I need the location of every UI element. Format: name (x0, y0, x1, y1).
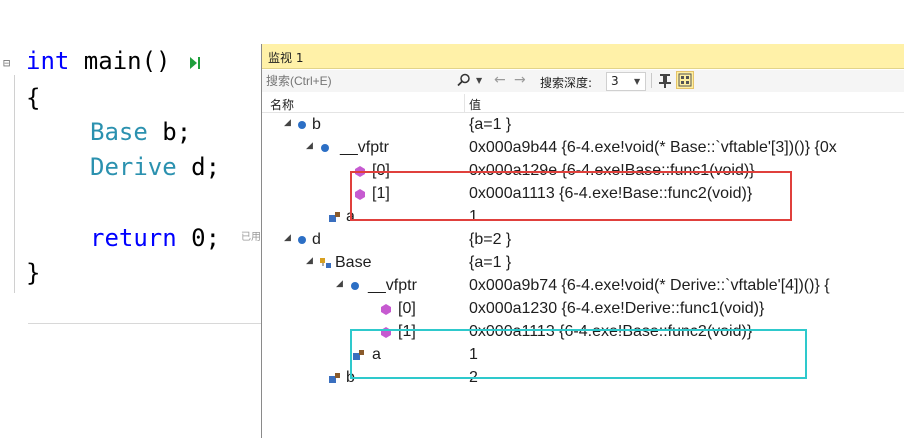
search-depth-value: 3 (611, 74, 619, 88)
search-depth-dropdown[interactable]: 3 ▼ (606, 72, 646, 91)
column-header-value[interactable]: 值 (469, 96, 481, 113)
field-icon (321, 144, 329, 152)
code-line-brace-close: } (26, 259, 41, 287)
code-line-brace-open: { (26, 84, 41, 112)
elapsed-hint: 已用 (241, 232, 261, 243)
watch-row-name: __vfptr (368, 277, 417, 294)
expand-triangle-icon[interactable]: ◢ (306, 141, 313, 151)
keyword: int (26, 47, 70, 75)
search-next-arrow-icon[interactable]: → (514, 72, 526, 88)
column-divider[interactable] (464, 94, 465, 112)
pin-filter-icon[interactable] (658, 73, 672, 89)
hex-display-icon (678, 73, 692, 87)
watch-row[interactable]: ◢ __vfptr 0x000a9b74 {6-4.exe!void(* Der… (262, 275, 904, 298)
search-options-caret-icon[interactable]: ▼ (476, 76, 482, 85)
code-line-main: int main() (26, 46, 171, 76)
hex-display-toggle[interactable] (676, 71, 694, 89)
code-text: 0; (176, 224, 221, 252)
watch-row-value[interactable]: {a=1 } (469, 254, 511, 272)
type-name: Base (90, 118, 148, 146)
object-icon (298, 121, 306, 129)
object-icon (298, 236, 306, 244)
field-icon (351, 282, 359, 290)
watch-row-value[interactable]: {b=2 } (469, 231, 511, 249)
indent-guide (14, 75, 15, 293)
watch-row-value[interactable]: 0x000a9b74 {6-4.exe!void(* Derive::`vfta… (469, 277, 830, 295)
watch-toolbar: ▼ ← → 搜索深度: 3 ▼ (262, 70, 904, 92)
run-to-click-icon[interactable] (188, 54, 202, 72)
base-class-icon (320, 258, 331, 268)
field-lock-icon (329, 373, 340, 383)
toolbar-separator (651, 73, 652, 88)
watch-row[interactable]: ◢ Base {a=1 } (262, 252, 904, 275)
collapse-icon[interactable]: ⊟ (3, 56, 10, 70)
dropdown-caret-icon: ▼ (634, 77, 641, 86)
watch-row-value[interactable]: {a=1 } (469, 116, 511, 134)
code-line-derive: Derive d; (90, 152, 220, 182)
watch-window: 监视 1 ▼ ← → 搜索深度: 3 ▼ 名称 值 ◢ b {a=1 } (261, 44, 904, 438)
watch-row-name: [0] (398, 300, 416, 317)
column-header: 名称 值 (262, 94, 904, 113)
watch-row[interactable]: ◢ __vfptr 0x000a9b44 {6-4.exe!void(* Bas… (262, 137, 904, 160)
highlight-box-derive-vtable (350, 329, 807, 379)
watch-row-name: d (312, 231, 321, 248)
method-icon (381, 304, 391, 315)
editor-empty-line (28, 293, 265, 324)
watch-row[interactable]: [0] 0x000a1230 {6-4.exe!Derive::func1(vo… (262, 298, 904, 321)
watch-row-value[interactable]: 0x000a1230 {6-4.exe!Derive::func1(void)} (469, 300, 764, 318)
watch-title: 监视 1 (268, 51, 304, 65)
watch-row-name: Base (335, 254, 372, 271)
highlight-box-base-vtable (350, 171, 792, 221)
watch-row[interactable]: ◢ b {a=1 } (262, 114, 904, 137)
code-line-base: Base b; (90, 117, 191, 147)
code-text: d; (176, 153, 221, 181)
code-text: b; (147, 118, 192, 146)
type-name: Derive (90, 153, 177, 181)
watch-title-bar[interactable]: 监视 1 (262, 44, 904, 69)
code-line-return: return 0; (90, 223, 220, 253)
expand-triangle-icon[interactable]: ◢ (284, 233, 291, 243)
code-text: main() (69, 47, 171, 75)
expand-triangle-icon[interactable]: ◢ (336, 279, 343, 289)
expand-triangle-icon[interactable]: ◢ (284, 118, 291, 128)
watch-row-value[interactable]: 0x000a9b44 {6-4.exe!void(* Base::`vftabl… (469, 139, 837, 157)
code-editor[interactable]: ⊟ int main() { Base b; Derive d; return … (0, 0, 265, 438)
watch-row-name: __vfptr (340, 139, 389, 156)
column-header-name[interactable]: 名称 (270, 96, 294, 113)
field-lock-icon (329, 212, 340, 222)
search-input[interactable] (266, 72, 454, 89)
watch-row[interactable]: ◢ d {b=2 } (262, 229, 904, 252)
expand-triangle-icon[interactable]: ◢ (306, 256, 313, 266)
search-icon[interactable] (457, 73, 471, 87)
watch-row-name: b (312, 116, 321, 133)
keyword: return (90, 224, 177, 252)
search-previous-arrow-icon[interactable]: ← (494, 72, 506, 88)
search-depth-label: 搜索深度: (540, 76, 593, 90)
